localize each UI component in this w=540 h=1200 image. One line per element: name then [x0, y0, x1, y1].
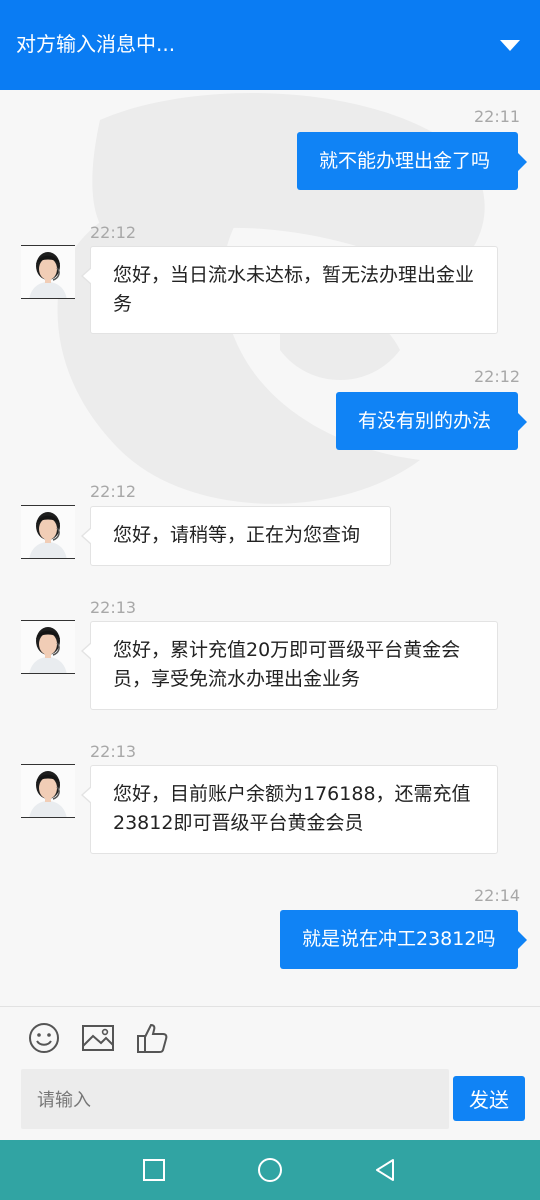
- incoming-message-bubble[interactable]: 您好，累计充值20万即可晋级平台黄金会员，享受免流水办理出金业务: [81, 621, 498, 710]
- thumbs-up-icon[interactable]: [135, 1021, 169, 1055]
- agent-avatar[interactable]: [21, 505, 75, 559]
- agent-avatar[interactable]: [21, 620, 75, 674]
- outgoing-message-bubble[interactable]: 就不能办理出金了吗: [297, 132, 527, 190]
- message-timestamp: 22:12: [90, 482, 137, 501]
- composer-bar: 请输入 发送: [0, 1006, 540, 1140]
- system-nav-bar: [0, 1140, 540, 1200]
- send-button[interactable]: 发送: [453, 1076, 525, 1121]
- incoming-message-bubble[interactable]: 您好，当日流水未达标，暂无法办理出金业务: [81, 246, 498, 334]
- message-timestamp: 22:13: [90, 742, 137, 761]
- chat-area[interactable]: 22:11 就不能办理出金了吗 22:12 您好，当日流水未达标，暂无法办理出金…: [0, 90, 540, 1006]
- avatar-image: [21, 506, 75, 558]
- agent-avatar[interactable]: [21, 764, 75, 818]
- agent-avatar[interactable]: [21, 245, 75, 299]
- message-timestamp: 22:13: [90, 598, 137, 617]
- outgoing-message-bubble[interactable]: 有没有别的办法: [336, 392, 527, 450]
- incoming-message-bubble[interactable]: 您好，请稍等，正在为您查询: [81, 506, 391, 566]
- message-timestamp: 22:11: [474, 107, 521, 126]
- emoji-icon[interactable]: [27, 1021, 61, 1055]
- avatar-image: [21, 621, 75, 673]
- message-timestamp: 22:12: [474, 367, 521, 386]
- chat-header: 对方输入消息中...: [0, 0, 540, 90]
- back-triangle-icon[interactable]: [372, 1157, 398, 1183]
- avatar-image: [21, 765, 75, 817]
- image-icon[interactable]: [81, 1021, 115, 1055]
- chevron-down-icon[interactable]: [500, 40, 520, 51]
- outgoing-message-bubble[interactable]: 就是说在冲工23812吗: [280, 910, 527, 969]
- header-title: 对方输入消息中...: [16, 32, 176, 56]
- square-icon[interactable]: [141, 1157, 167, 1183]
- message-timestamp: 22:14: [474, 886, 521, 905]
- circle-icon[interactable]: [257, 1157, 283, 1183]
- avatar-image: [21, 246, 75, 298]
- message-input[interactable]: 请输入: [21, 1069, 449, 1129]
- message-timestamp: 22:12: [90, 223, 137, 242]
- incoming-message-bubble[interactable]: 您好，目前账户余额为176188，还需充值23812即可晋级平台黄金会员: [81, 765, 498, 854]
